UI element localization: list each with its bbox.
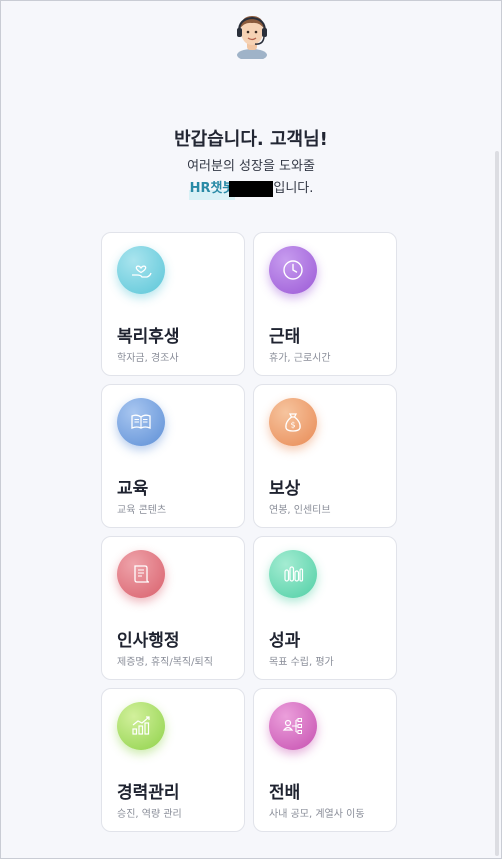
redaction-bar [229, 181, 274, 197]
menu-card-transfer[interactable]: 전배 사내 공모, 계열사 이동 [253, 688, 397, 832]
menu-grid: 복리후생 학자금, 경조사 근태 휴가, 근로시간 교육 교육 콘텐츠 $ 보상… [101, 232, 397, 832]
card-subtitle: 학자금, 경조사 [117, 353, 179, 364]
card-title: 근태 [269, 327, 301, 347]
menu-card-career[interactable]: 경력관리 승진, 역량 관리 [101, 688, 245, 832]
org-chart-icon [269, 702, 317, 750]
intro-text: 여러분의 성장을 도와줄 HR챗봇 입니다. [1, 156, 501, 200]
card-subtitle: 휴가, 근로시간 [269, 353, 331, 364]
card-subtitle: 승진, 역량 관리 [117, 809, 182, 820]
greeting-title: 반갑습니다. 고객님! [174, 129, 328, 150]
card-title: 교육 [117, 479, 149, 499]
card-subtitle: 교육 콘텐츠 [117, 505, 167, 516]
menu-card-attendance[interactable]: 근태 휴가, 근로시간 [253, 232, 397, 376]
intro-line-1: 여러분의 성장을 도와줄 [187, 159, 315, 174]
card-title: 인사행정 [117, 631, 180, 651]
svg-text:$: $ [290, 421, 295, 430]
document-icon [117, 550, 165, 598]
money-bag-icon: $ [269, 398, 317, 446]
bot-name: HR챗봇 [188, 178, 236, 200]
menu-card-welfare[interactable]: 복리후생 학자금, 경조사 [101, 232, 245, 376]
intro-suffix: 입니다. [273, 181, 314, 196]
card-subtitle: 사내 공모, 계열사 이동 [269, 809, 365, 820]
menu-card-education[interactable]: 교육 교육 콘텐츠 [101, 384, 245, 528]
menu-card-performance[interactable]: 성과 목표 수립, 평가 [253, 536, 397, 680]
card-subtitle: 연봉, 인센티브 [269, 505, 331, 516]
card-title: 복리후생 [117, 327, 180, 347]
card-title: 경력관리 [117, 783, 180, 803]
card-subtitle: 목표 수립, 평가 [269, 657, 334, 668]
chatbot-avatar [231, 11, 273, 61]
book-icon [117, 398, 165, 446]
scrollbar[interactable] [495, 151, 499, 856]
card-subtitle: 제증명, 휴직/복직/퇴직 [117, 657, 213, 668]
card-title: 성과 [269, 631, 301, 651]
heart-hand-icon [117, 246, 165, 294]
card-title: 보상 [269, 479, 301, 499]
growth-chart-icon [117, 702, 165, 750]
bars-icon [269, 550, 317, 598]
card-title: 전배 [269, 783, 301, 803]
menu-card-compensation[interactable]: $ 보상 연봉, 인센티브 [253, 384, 397, 528]
clock-icon [269, 246, 317, 294]
intro-line-2: HR챗봇 입니다. [188, 178, 314, 200]
menu-card-hr-admin[interactable]: 인사행정 제증명, 휴직/복직/퇴직 [101, 536, 245, 680]
